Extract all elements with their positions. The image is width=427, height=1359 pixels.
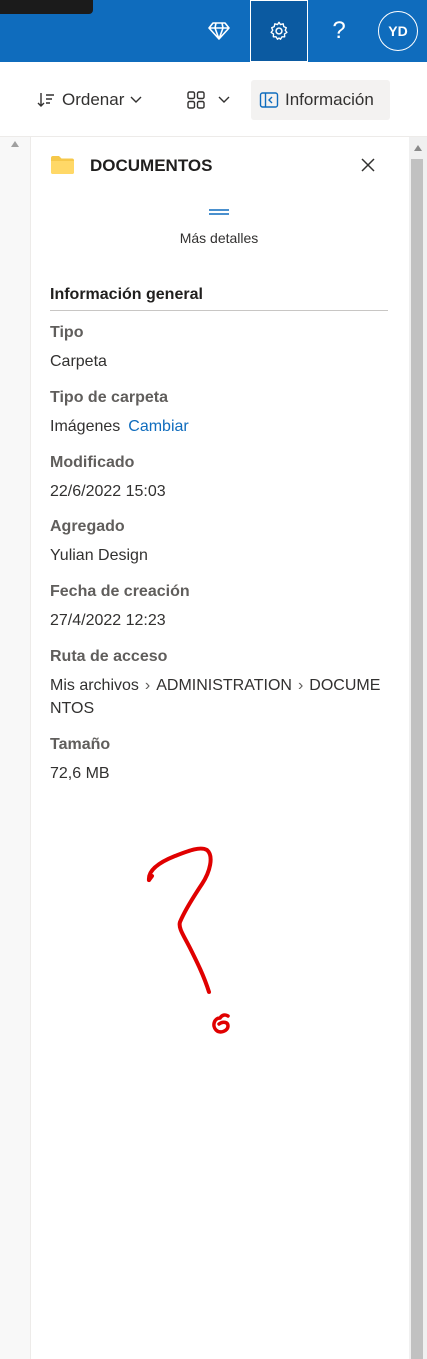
path-segment[interactable]: Mis archivos <box>50 677 139 694</box>
created-label: Fecha de creación <box>50 583 190 600</box>
question-icon: ? <box>332 17 346 44</box>
top-bar: ? YD <box>0 0 427 62</box>
section-divider <box>50 310 388 311</box>
added-by-label: Agregado <box>50 518 125 535</box>
view-options-button[interactable] <box>186 80 230 120</box>
path-label: Ruta de acceso <box>50 648 168 665</box>
chevron-right-icon: › <box>144 677 151 694</box>
scroll-up-arrow-icon[interactable] <box>414 145 422 151</box>
sort-icon <box>37 93 54 107</box>
drag-handle-icon[interactable] <box>208 208 230 216</box>
chevron-right-icon: › <box>297 677 304 694</box>
folder-type-label: Tipo de carpeta <box>50 389 168 406</box>
left-scroll-gutter[interactable] <box>0 137 31 1359</box>
avatar[interactable]: YD <box>378 11 418 51</box>
type-label: Tipo <box>50 324 84 341</box>
folder-type-row: Imágenes Cambiar <box>50 415 390 438</box>
gear-icon <box>270 21 288 40</box>
change-folder-type-link[interactable]: Cambiar <box>128 418 188 435</box>
path-value: Mis archivos › ADMINISTRATION › DOCUMENTOS <box>50 674 386 720</box>
info-pane-icon <box>259 92 279 108</box>
modified-value: 22/6/2022 15:03 <box>50 483 166 500</box>
panel-title: DOCUMENTOS <box>90 156 213 175</box>
created-value: 27/4/2022 12:23 <box>50 612 166 629</box>
help-button[interactable]: ? <box>310 0 368 62</box>
size-label: Tamaño <box>50 736 111 753</box>
info-label: Información <box>285 90 374 109</box>
command-bar: Ordenar Información <box>0 62 427 137</box>
chevron-down-icon <box>130 96 142 103</box>
details-scrollbar[interactable] <box>409 137 427 1359</box>
scrollbar-thumb[interactable] <box>411 159 423 1359</box>
diamond-icon <box>208 22 230 40</box>
more-details-label[interactable]: Más detalles <box>0 230 427 246</box>
size-value: 72,6 MB <box>50 765 110 782</box>
chevron-down-icon <box>218 96 230 103</box>
close-icon <box>361 158 375 172</box>
sort-button[interactable]: Ordenar <box>36 80 142 120</box>
folder-type-value: Imágenes <box>50 418 121 435</box>
modified-label: Modificado <box>50 454 135 471</box>
type-value: Carpeta <box>50 353 107 370</box>
section-title: Información general <box>50 286 203 303</box>
close-button[interactable] <box>356 153 380 177</box>
info-button[interactable]: Información <box>251 80 390 120</box>
sort-label: Ordenar <box>62 90 125 109</box>
scroll-up-arrow-icon[interactable] <box>11 141 19 147</box>
window-tab <box>0 0 93 14</box>
handwritten-question-mark-annotation <box>147 846 230 1034</box>
folder-icon <box>51 156 74 174</box>
added-by-value: Yulian Design <box>50 547 148 564</box>
path-segment[interactable]: ADMINISTRATION <box>156 677 292 694</box>
settings-button[interactable] <box>250 0 308 62</box>
grid-view-icon <box>187 91 205 109</box>
premium-button[interactable] <box>190 0 248 62</box>
